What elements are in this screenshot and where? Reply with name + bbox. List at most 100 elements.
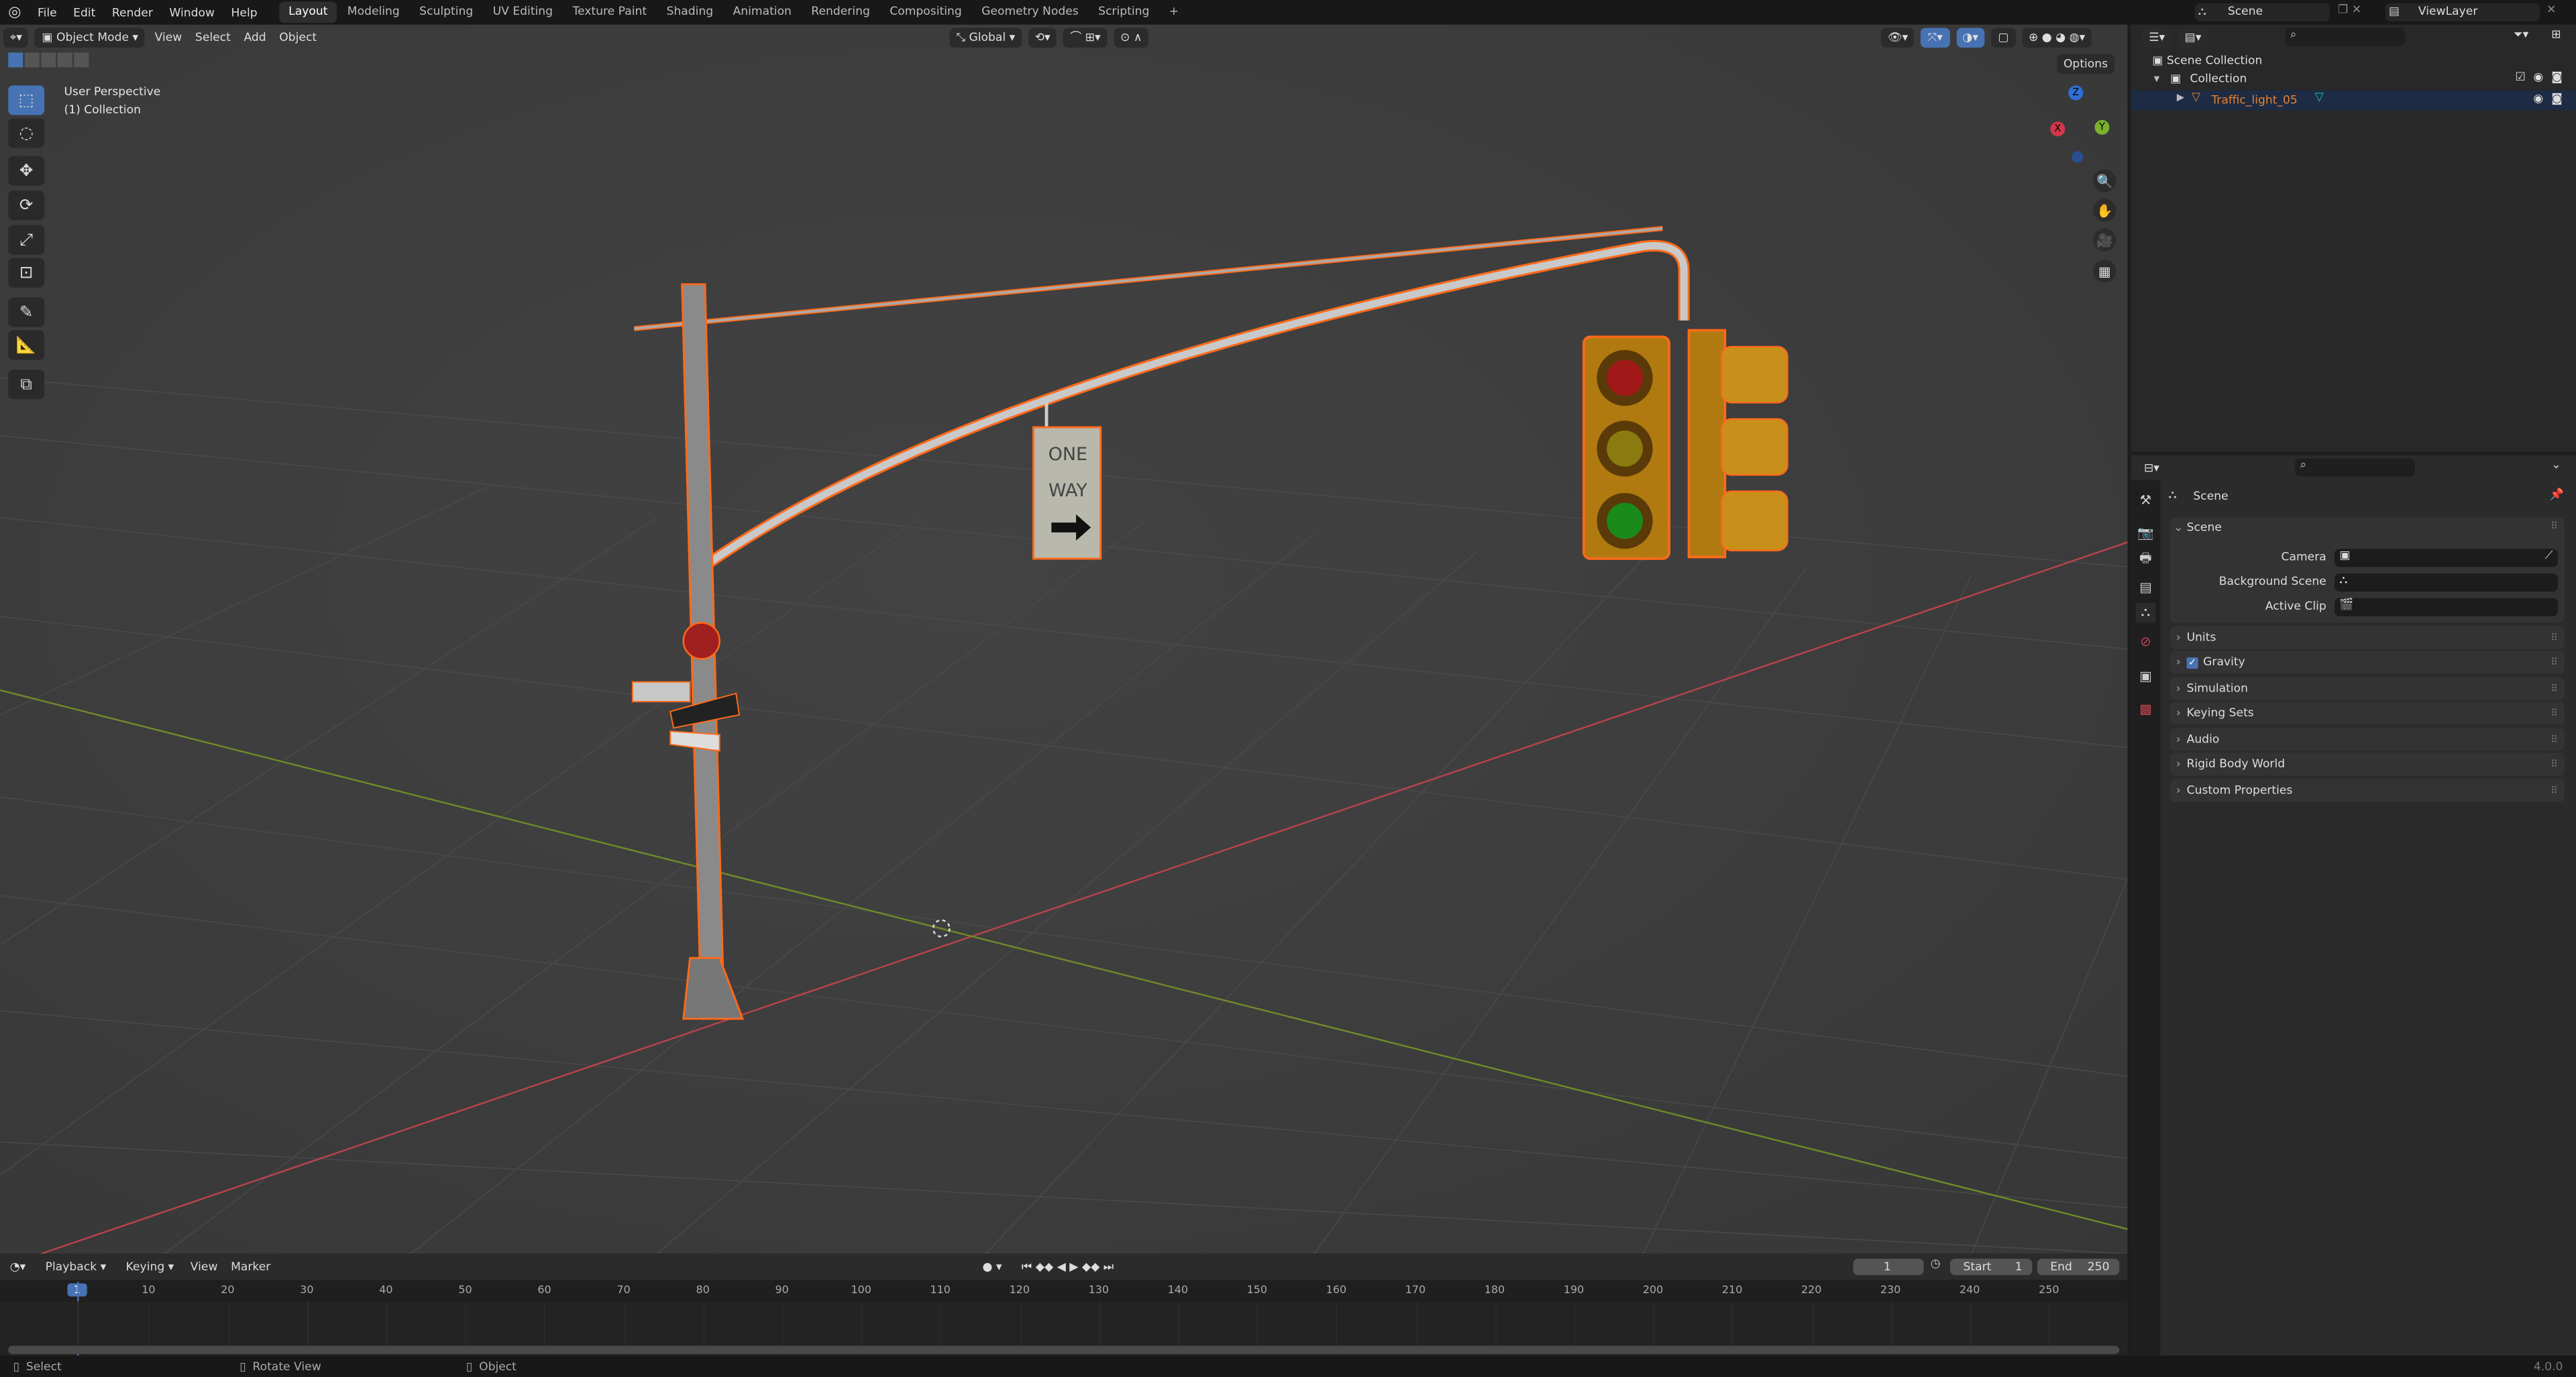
render-tab-icon[interactable]: 📷 — [2136, 522, 2155, 542]
tab-uv-editing[interactable]: UV Editing — [483, 1, 563, 23]
transform-orientation-dropdown[interactable]: ⤡ Global ▾ — [949, 27, 1022, 48]
tab-geometry-nodes[interactable]: Geometry Nodes — [971, 1, 1088, 23]
add-workspace-button[interactable]: + — [1159, 1, 1189, 23]
tab-rendering[interactable]: Rendering — [802, 1, 880, 23]
gizmo-z-axis[interactable]: Z — [2068, 85, 2084, 101]
drag-grip-icon[interactable]: ⠿ — [2551, 785, 2558, 796]
eye-icon[interactable]: ◉ — [2533, 70, 2543, 84]
tab-texture-paint[interactable]: Texture Paint — [563, 1, 657, 23]
active-clip-field[interactable]: 🎬 — [2334, 598, 2559, 616]
gravity-checkbox[interactable]: ✓ — [2186, 656, 2198, 668]
drag-grip-icon[interactable]: ⠿ — [2551, 521, 2558, 533]
annotate-tool-icon[interactable]: ✎ — [8, 297, 45, 327]
gizmo-icon[interactable]: ⤧▾ — [1921, 27, 1949, 48]
perspective-grid-icon[interactable]: ▦ — [2093, 260, 2116, 283]
drag-grip-icon[interactable]: ⠿ — [2551, 657, 2558, 668]
timeline-scrollbar[interactable] — [8, 1345, 2120, 1354]
visibility-icon[interactable]: 👁▾ — [1881, 27, 1915, 48]
remove-view-layer-icon[interactable]: ✕ — [2546, 3, 2556, 17]
expand-arrow-icon[interactable]: ▶ — [2177, 92, 2184, 103]
properties-search-input[interactable]: ⌕ — [2295, 458, 2416, 477]
pivot-icon[interactable]: ⟲▾ — [1028, 27, 1057, 48]
gizmo-y-axis[interactable]: Y — [2094, 119, 2110, 135]
eye-icon[interactable]: ◉ — [2533, 92, 2543, 105]
blender-logo-icon[interactable]: ◎ — [0, 4, 30, 20]
transform-tool-icon[interactable]: ⊡ — [8, 258, 45, 288]
eyedropper-icon[interactable]: ⟋ — [2545, 549, 2553, 563]
options-button[interactable]: Options — [2057, 54, 2114, 74]
camera-field[interactable]: ▣ ⟋ — [2334, 549, 2559, 567]
properties-editor-icon[interactable]: ⊟▾ — [2137, 458, 2166, 478]
custom-properties-panel[interactable]: › Custom Properties ⠿ — [2170, 779, 2565, 802]
object-mode-dropdown[interactable]: ▣ Object Mode ▾ — [35, 27, 145, 48]
menu-edit[interactable]: Edit — [65, 6, 104, 19]
selection-mode-icons[interactable] — [8, 52, 89, 68]
3d-viewport[interactable]: ONE WAY — [0, 24, 2128, 1254]
view-layer-selector[interactable]: ▤ ViewLayer — [2385, 3, 2540, 21]
menu-object[interactable]: Object — [272, 32, 323, 45]
view-layer-name[interactable]: ViewLayer — [2418, 5, 2478, 18]
move-tool-icon[interactable]: ✥ — [8, 156, 45, 186]
drag-grip-icon[interactable]: ⠿ — [2551, 683, 2558, 694]
keying-menu[interactable]: Keying ▾ — [119, 1257, 181, 1277]
scene-collection-row[interactable]: ▣ Scene Collection — [2152, 54, 2262, 68]
timeline-view-menu[interactable]: View — [184, 1260, 224, 1274]
end-frame-field[interactable]: End 250 — [2037, 1258, 2120, 1276]
scene-actions[interactable]: ❐ ✕ — [2338, 3, 2375, 21]
collection-row[interactable]: ▾ ▣ Collection ☑ ◉ ◙ — [2131, 70, 2576, 89]
scene-name[interactable]: Scene — [2228, 5, 2263, 18]
add-cube-tool-icon[interactable]: ⧉ — [8, 370, 45, 400]
keying-sets-panel[interactable]: › Keying Sets ⠿ — [2170, 702, 2565, 725]
menu-select[interactable]: Select — [189, 32, 237, 45]
gizmo-neg-z[interactable] — [2072, 151, 2084, 163]
drag-grip-icon[interactable]: ⠿ — [2551, 708, 2558, 719]
playback-menu[interactable]: Playback ▾ — [38, 1257, 113, 1277]
tab-layout[interactable]: Layout — [278, 1, 338, 23]
proportional-edit-icon[interactable]: ⊙ ∧ — [1114, 27, 1149, 48]
outliner-editor-icon[interactable]: ☰▾ — [2142, 27, 2172, 48]
menu-view[interactable]: View — [148, 32, 189, 45]
cursor-tool-icon[interactable]: ◌ — [8, 118, 45, 148]
scale-tool-icon[interactable]: ⤢ — [8, 225, 45, 255]
exclude-checkbox[interactable]: ☑ — [2515, 70, 2525, 84]
tab-shading[interactable]: Shading — [657, 1, 723, 23]
units-panel[interactable]: › Units ⠿ — [2170, 626, 2565, 649]
menu-window[interactable]: Window — [161, 6, 223, 19]
rotate-tool-icon[interactable]: ⟳ — [8, 190, 45, 221]
properties-options-chevron[interactable]: ⌄ — [2551, 459, 2561, 472]
marker-menu[interactable]: Marker — [224, 1260, 277, 1274]
tab-animation[interactable]: Animation — [723, 1, 802, 23]
menu-help[interactable]: Help — [223, 6, 266, 19]
frame-ruler[interactable]: 1102030405060708090100110120130140150160… — [0, 1280, 2128, 1302]
drag-grip-icon[interactable]: ⠿ — [2551, 759, 2558, 770]
tool-tab-icon[interactable]: ⚒ — [2136, 490, 2155, 509]
drag-grip-icon[interactable]: ⠿ — [2551, 734, 2558, 745]
render-camera-icon[interactable]: ◙ — [2551, 70, 2563, 84]
zoom-icon[interactable]: 🔍 — [2093, 169, 2116, 192]
background-scene-field[interactable]: ⛬ — [2334, 573, 2559, 592]
scene-selector[interactable]: ⛬ Scene — [2194, 3, 2330, 21]
rigid-body-world-panel[interactable]: › Rigid Body World ⠿ — [2170, 753, 2565, 776]
audio-panel[interactable]: › Audio ⠿ — [2170, 728, 2565, 751]
editor-type-icon[interactable]: ⌖▾ — [3, 27, 29, 48]
pan-hand-icon[interactable]: ✋ — [2093, 199, 2116, 222]
gravity-panel[interactable]: › ✓ Gravity ⠿ — [2170, 651, 2565, 674]
display-mode-icon[interactable]: ▤▾ — [2178, 27, 2208, 48]
snap-icon[interactable]: ⌒ ⊞▾ — [1063, 27, 1108, 48]
xray-icon[interactable]: ▢ — [1991, 27, 2016, 48]
menu-add[interactable]: Add — [237, 32, 273, 45]
render-camera-icon[interactable]: ◙ — [2551, 92, 2563, 105]
camera-view-icon[interactable]: 🎥 — [2093, 228, 2116, 252]
menu-render[interactable]: Render — [104, 6, 162, 19]
expand-arrow-icon[interactable]: ▾ — [2154, 72, 2160, 86]
simulation-panel[interactable]: › Simulation ⠿ — [2170, 677, 2565, 700]
timeline-editor-icon[interactable]: ◔▾ — [3, 1257, 33, 1277]
object-row-selected[interactable]: ▶ ▽ Traffic_light_05 ▽ ◉ ◙ — [2131, 90, 2576, 111]
new-collection-icon[interactable]: ⊞ — [2551, 28, 2561, 42]
tab-modeling[interactable]: Modeling — [337, 1, 409, 23]
gizmo-x-axis[interactable]: X — [2050, 121, 2065, 137]
overlay-icon[interactable]: ◑▾ — [1955, 27, 1985, 48]
pin-icon[interactable]: 📌 — [2550, 488, 2564, 502]
shading-modes[interactable]: ⊕ ● ◕ ◍▾ — [2022, 27, 2092, 48]
start-frame-field[interactable]: Start 1 — [1949, 1258, 2033, 1276]
